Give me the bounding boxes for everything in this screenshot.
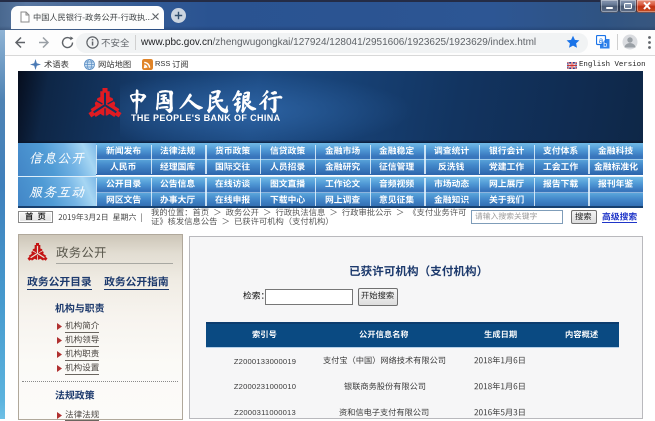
svg-text:b: b [603, 42, 607, 49]
